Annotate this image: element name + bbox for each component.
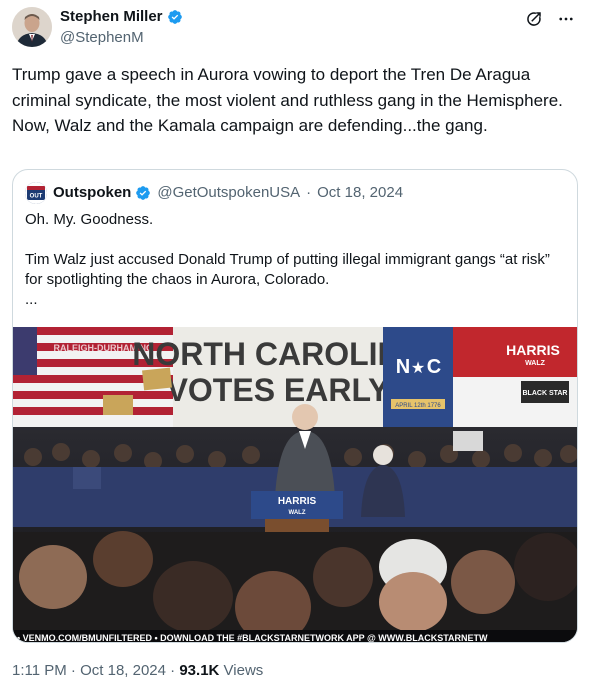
footer-separator-2: · bbox=[170, 662, 176, 679]
author-avatar[interactable] bbox=[12, 7, 52, 47]
nc-flag-ribbon: APRIL 12th 1776 bbox=[395, 403, 441, 409]
video-ticker: • VENMO.COM/BMUNFILTERED • DOWNLOAD THE … bbox=[13, 630, 577, 643]
black-star-logo-text: BLACK STAR bbox=[523, 390, 568, 397]
nc-flag-star: ★ bbox=[411, 360, 425, 377]
author-avatar-image bbox=[12, 7, 52, 47]
quoted-media-video[interactable]: RALEIGH-DURHAM NC NORTH CAROLINA VOTES E… bbox=[13, 327, 577, 643]
ticker-text: • VENMO.COM/BMUNFILTERED • DOWNLOAD THE … bbox=[17, 633, 488, 643]
harris-banner-sub: WALZ bbox=[525, 360, 546, 367]
views-label: Views bbox=[223, 662, 264, 679]
quoted-separator: · bbox=[306, 184, 312, 201]
author-name[interactable]: Stephen Miller bbox=[60, 7, 163, 27]
banner-line-2: VOTES EARLY bbox=[167, 372, 390, 408]
author-name-row[interactable]: Stephen Miller bbox=[60, 7, 183, 27]
nc-flag-right: C bbox=[427, 356, 441, 378]
quoted-line-1: Oh. My. Goodness. bbox=[25, 211, 154, 228]
harris-banner-top: HARRIS bbox=[506, 342, 560, 358]
footer-separator-1: · bbox=[70, 662, 76, 679]
quoted-line-2: Tim Walz just accused Donald Trump of pu… bbox=[25, 251, 550, 288]
quoted-line-3: ... bbox=[25, 291, 38, 308]
quoted-tweet-text: Oh. My. Goodness. Tim Walz just accused … bbox=[25, 210, 565, 330]
quoted-author-avatar[interactable]: OUT bbox=[25, 182, 47, 204]
tweet-time[interactable]: 1:11 PM bbox=[12, 662, 67, 679]
verified-badge-icon bbox=[167, 10, 182, 24]
svg-text:OUT: OUT bbox=[30, 194, 43, 200]
author-handle[interactable]: @StephenM bbox=[60, 28, 183, 48]
tweet-date[interactable]: Oct 18, 2024 bbox=[80, 662, 166, 679]
quoted-tweet-header: OUT Outspoken @GetOutspokenUSA · Oct 18,… bbox=[25, 182, 403, 204]
nc-flag-left: N bbox=[396, 356, 410, 378]
top-actions bbox=[524, 9, 576, 29]
quoted-author-name[interactable]: Outspoken bbox=[53, 183, 131, 203]
quoted-tweet[interactable]: OUT Outspoken @GetOutspokenUSA · Oct 18,… bbox=[12, 169, 578, 643]
tweet-text: Trump gave a speech in Aurora vowing to … bbox=[12, 65, 563, 135]
banner-line-1: NORTH CAROLINA bbox=[132, 336, 424, 372]
podium-top: HARRIS bbox=[278, 496, 317, 507]
video-frame: RALEIGH-DURHAM NC NORTH CAROLINA VOTES E… bbox=[13, 327, 577, 643]
quoted-date[interactable]: Oct 18, 2024 bbox=[317, 183, 403, 203]
quoted-verified-badge-icon bbox=[136, 186, 151, 200]
quoted-author-handle[interactable]: @GetOutspokenUSA bbox=[157, 183, 300, 203]
north-carolina-banner: NORTH CAROLINA VOTES EARLY bbox=[132, 327, 424, 427]
tweet-footer: 1:11 PM · Oct 18, 2024 · 93.1K Views bbox=[12, 661, 263, 681]
foreground-crowd bbox=[13, 531, 577, 642]
author-block: Stephen Miller @StephenM bbox=[60, 7, 183, 48]
podium-sub: WALZ bbox=[289, 510, 306, 516]
more-icon[interactable] bbox=[556, 9, 576, 29]
views-count: 93.1K bbox=[179, 662, 220, 679]
grok-icon[interactable] bbox=[524, 9, 544, 29]
